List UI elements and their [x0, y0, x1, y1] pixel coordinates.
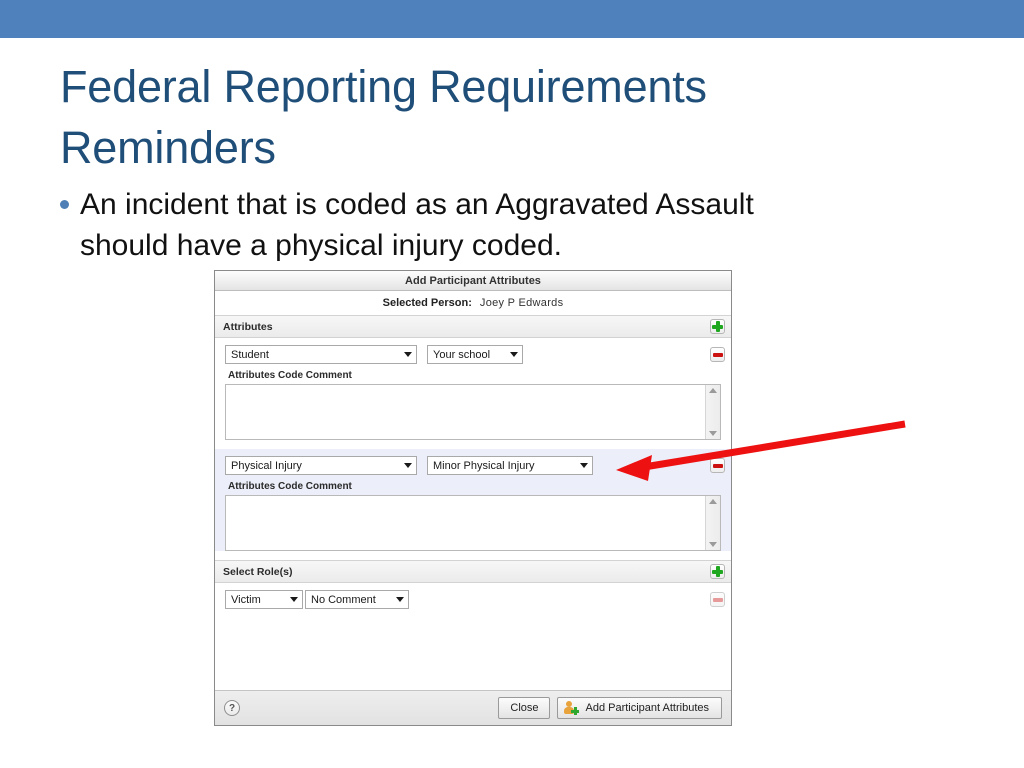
- dialog-title: Add Participant Attributes: [405, 274, 541, 287]
- add-attribute-button[interactable]: [710, 319, 725, 334]
- remove-attribute-button-2[interactable]: [710, 458, 725, 473]
- help-glyph: ?: [228, 702, 236, 714]
- chevron-down-icon: [290, 597, 298, 602]
- plus-icon: [712, 566, 723, 577]
- list-item: An incident that is coded as an Aggravat…: [60, 184, 940, 266]
- selected-person-row: Selected Person: Joey P Edwards: [215, 291, 731, 315]
- dialog-titlebar: Add Participant Attributes: [215, 271, 731, 291]
- attribute-code-value-2: Physical Injury: [231, 459, 302, 472]
- role-select-1[interactable]: Victim: [225, 590, 303, 609]
- add-person-icon: [564, 701, 580, 715]
- remove-attribute-button-1[interactable]: [710, 347, 725, 362]
- attribute-row-2: Physical Injury Minor Physical Injury At…: [215, 449, 731, 551]
- slide-top-banner: [0, 0, 1024, 38]
- role-comment-select-1[interactable]: No Comment: [305, 590, 409, 609]
- section-title-attributes: Attributes: [223, 320, 273, 333]
- selected-person-value: Joey P Edwards: [479, 297, 564, 309]
- attribute-value-select-2[interactable]: Minor Physical Injury: [427, 456, 593, 475]
- bullet-text: An incident that is coded as an Aggravat…: [80, 188, 754, 262]
- attribute-comment-textarea-2[interactable]: [225, 495, 721, 551]
- role-row-1-controls: Victim No Comment: [215, 583, 731, 609]
- help-icon[interactable]: ?: [224, 700, 240, 716]
- add-participant-attributes-button[interactable]: Add Participant Attributes: [557, 697, 722, 719]
- chevron-down-icon: [580, 463, 588, 468]
- plus-icon: [712, 321, 723, 332]
- attribute-comment-value-2[interactable]: [226, 496, 705, 550]
- attribute-row-1-controls: Student Your school: [215, 338, 731, 364]
- minus-icon: [712, 597, 723, 602]
- section-header-roles: Select Role(s): [215, 560, 731, 583]
- attribute-code-select-1[interactable]: Student: [225, 345, 417, 364]
- role-comment-value-1: No Comment: [311, 593, 376, 606]
- dialog-footer: ? Close Add Participant Attributes: [215, 690, 731, 725]
- add-participant-attributes-label: Add Participant Attributes: [585, 702, 709, 714]
- textarea-scrollbar-1[interactable]: [705, 385, 720, 439]
- minus-icon: [712, 352, 723, 357]
- chevron-down-icon: [404, 352, 412, 357]
- textarea-scrollbar-2[interactable]: [705, 496, 720, 550]
- role-row-1: Victim No Comment: [215, 583, 731, 609]
- bullet-dot-icon: [60, 200, 69, 209]
- scroll-up-icon[interactable]: [709, 388, 717, 393]
- minus-icon: [712, 463, 723, 468]
- attribute-code-value-1: Student: [231, 348, 269, 361]
- attribute-value-select-1[interactable]: Your school: [427, 345, 523, 364]
- attribute-comment-label-2: Attributes Code Comment: [228, 481, 352, 492]
- attribute-comment-value-1[interactable]: [226, 385, 705, 439]
- attribute-comment-textarea-1[interactable]: [225, 384, 721, 440]
- bullet-list: An incident that is coded as an Aggravat…: [60, 184, 940, 266]
- chevron-down-icon: [510, 352, 518, 357]
- attribute-row-1: Student Your school Attributes Code Comm…: [215, 338, 731, 440]
- chevron-down-icon: [396, 597, 404, 602]
- attribute-row-2-controls: Physical Injury Minor Physical Injury: [215, 449, 731, 475]
- attribute-code-select-2[interactable]: Physical Injury: [225, 456, 417, 475]
- section-header-attributes: Attributes: [215, 315, 731, 338]
- remove-role-button-1[interactable]: [710, 592, 725, 607]
- selected-person-label: Selected Person:: [382, 297, 472, 309]
- role-value-1: Victim: [231, 593, 261, 606]
- attribute-comment-label-1: Attributes Code Comment: [228, 370, 352, 381]
- section-title-roles: Select Role(s): [223, 565, 293, 578]
- chevron-down-icon: [404, 463, 412, 468]
- scroll-up-icon[interactable]: [709, 499, 717, 504]
- add-role-button[interactable]: [710, 564, 725, 579]
- attribute-value-1: Your school: [433, 348, 491, 361]
- attribute-value-2: Minor Physical Injury: [433, 459, 535, 472]
- scroll-down-icon[interactable]: [709, 542, 717, 547]
- add-participant-attributes-dialog: Add Participant Attributes Selected Pers…: [214, 270, 732, 726]
- scroll-down-icon[interactable]: [709, 431, 717, 436]
- page-title: Federal Reporting Requirements Reminders: [60, 61, 707, 173]
- close-button-label: Close: [510, 702, 539, 714]
- close-button[interactable]: Close: [498, 697, 551, 719]
